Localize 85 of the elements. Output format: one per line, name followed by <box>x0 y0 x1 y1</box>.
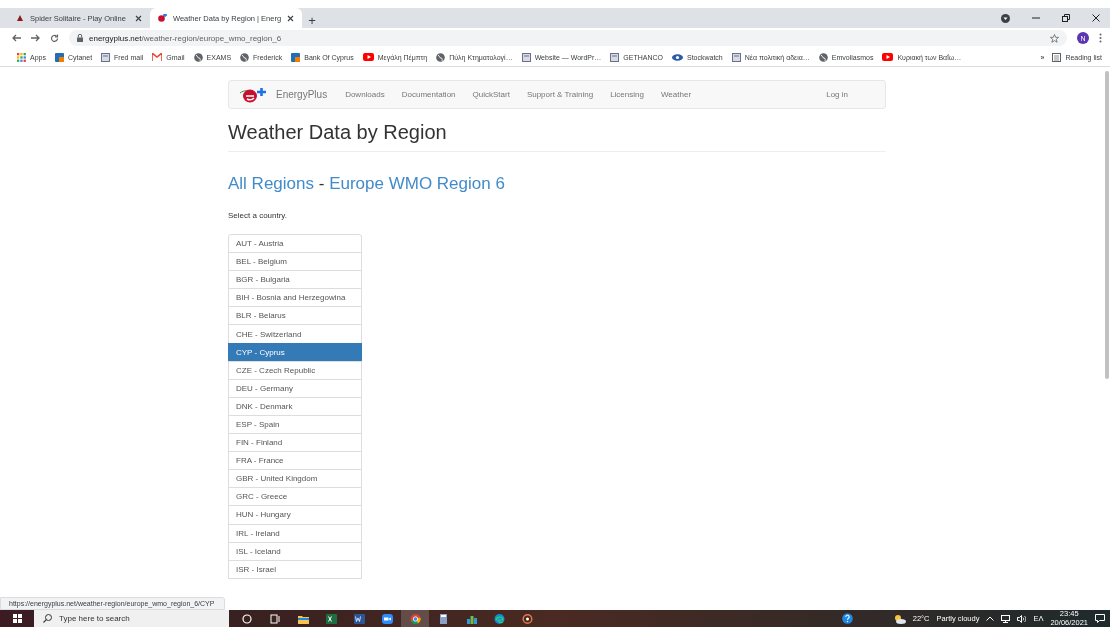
ring-icon <box>521 613 533 624</box>
restore-icon[interactable] <box>1062 14 1070 22</box>
network-icon[interactable] <box>1001 614 1011 623</box>
chevron-up-icon[interactable] <box>986 616 995 621</box>
taskbar-search-field[interactable]: Type here to search <box>34 610 229 627</box>
apps-grid-icon <box>17 52 26 62</box>
login-link[interactable]: Log in <box>826 90 848 99</box>
address-bar[interactable]: energyplus.net/weather-region/europe_wmo_region_6 <box>69 30 1067 46</box>
video-camera-icon <box>381 613 393 624</box>
minimize-icon[interactable] <box>1032 14 1040 22</box>
globe-icon <box>436 52 446 62</box>
reload-icon[interactable] <box>50 33 59 43</box>
country-list-item[interactable]: DNK - Denmark <box>228 396 362 416</box>
square-logo-icon <box>54 52 64 62</box>
sun-cloud-icon <box>892 613 906 624</box>
eye-icon <box>671 53 683 61</box>
scrollbar-thumb[interactable] <box>1105 71 1109 379</box>
country-list-item[interactable]: AUT - Austria <box>228 234 362 254</box>
calculator-icon <box>437 613 449 624</box>
nav-link[interactable]: Support & Training <box>526 90 594 99</box>
nav-link[interactable]: QuickStart <box>472 90 510 99</box>
reading-list-icon <box>1052 52 1062 62</box>
page-icon <box>101 52 111 62</box>
breadcrumb-separator: - <box>318 174 325 193</box>
country-list-item[interactable]: BGR - Bulgaria <box>228 270 362 290</box>
breadcrumb-current: Europe WMO Region 6 <box>329 174 505 193</box>
help-icon[interactable] <box>841 613 853 624</box>
star-icon[interactable] <box>1050 33 1059 43</box>
country-list-item[interactable]: FRA - France <box>228 451 362 471</box>
page-icon <box>731 52 741 62</box>
spreadsheet-icon <box>325 613 337 624</box>
country-list-item[interactable]: CYP - Cyprus <box>228 342 362 362</box>
windows-logo-icon <box>12 614 22 623</box>
speaker-icon[interactable] <box>1017 614 1027 623</box>
square-logo-icon <box>291 52 301 62</box>
country-list-item[interactable]: GBR - United Kingdom <box>228 469 362 489</box>
country-list-item[interactable]: CHE - Switzerland <box>228 324 362 344</box>
video-play-icon <box>362 53 374 61</box>
country-list-item[interactable]: ISR - Israel <box>228 559 362 579</box>
globe-icon <box>818 52 828 62</box>
page-title: Weather Data by Region <box>228 121 886 152</box>
close-icon[interactable] <box>135 14 142 22</box>
more-menu-icon[interactable] <box>1099 33 1102 43</box>
profile-menu-icon[interactable] <box>1001 13 1010 23</box>
nav-link[interactable]: Documentation <box>401 90 456 99</box>
forward-arrow-icon[interactable] <box>31 34 40 42</box>
search-icon <box>43 614 52 623</box>
country-list-item[interactable]: BEL - Belgium <box>228 252 362 272</box>
video-play-icon <box>882 53 894 61</box>
new-tab-button[interactable]: + <box>308 12 316 28</box>
brand-link[interactable]: EnergyPlus <box>239 86 328 103</box>
wave-browser-icon <box>493 613 505 624</box>
country-list-item[interactable]: IRL - Ireland <box>228 523 362 543</box>
mail-icon <box>152 53 163 61</box>
country-list-item[interactable]: GRC - Greece <box>228 487 362 507</box>
page-icon <box>610 52 620 62</box>
country-list-item[interactable]: ESP - Spain <box>228 414 362 435</box>
bar-chart-icon <box>465 613 477 624</box>
start-button[interactable] <box>0 610 34 627</box>
energyplus-logo-icon <box>239 86 269 103</box>
country-list-item[interactable]: HUN - Hungary <box>228 505 362 525</box>
page-icon <box>521 52 531 62</box>
globe-icon <box>240 52 250 62</box>
close-icon[interactable] <box>1092 14 1100 22</box>
url-text: energyplus.net/weather-region/europe_wmo_region_6 <box>89 33 282 43</box>
notification-icon[interactable] <box>1095 614 1105 623</box>
energyplus-logo-icon <box>158 14 167 22</box>
close-icon[interactable] <box>287 14 295 22</box>
nav-link[interactable]: Weather <box>660 90 692 99</box>
country-list-item[interactable]: BLR - Belarus <box>228 306 362 326</box>
lock-icon <box>77 34 83 42</box>
globe-icon <box>193 52 203 62</box>
document-icon <box>353 613 365 624</box>
country-list-item[interactable]: FIN - Finland <box>228 433 362 453</box>
country-list-item[interactable]: DEU - Germany <box>228 378 362 398</box>
nav-link[interactable]: Downloads <box>345 90 385 99</box>
instruction-text: Select a country. <box>228 211 288 220</box>
browser-icon <box>409 613 421 624</box>
folder-icon <box>297 613 309 624</box>
country-list-item[interactable]: CZE - Czech Republic <box>228 360 362 380</box>
breadcrumb-link[interactable]: All Regions <box>228 174 314 193</box>
nav-link[interactable]: Licensing <box>610 90 644 99</box>
country-list-item[interactable]: ISL - Iceland <box>228 541 362 561</box>
country-list-item[interactable]: BIH - Bosnia and Herzegowina <box>228 288 362 308</box>
back-arrow-icon[interactable] <box>12 34 21 42</box>
